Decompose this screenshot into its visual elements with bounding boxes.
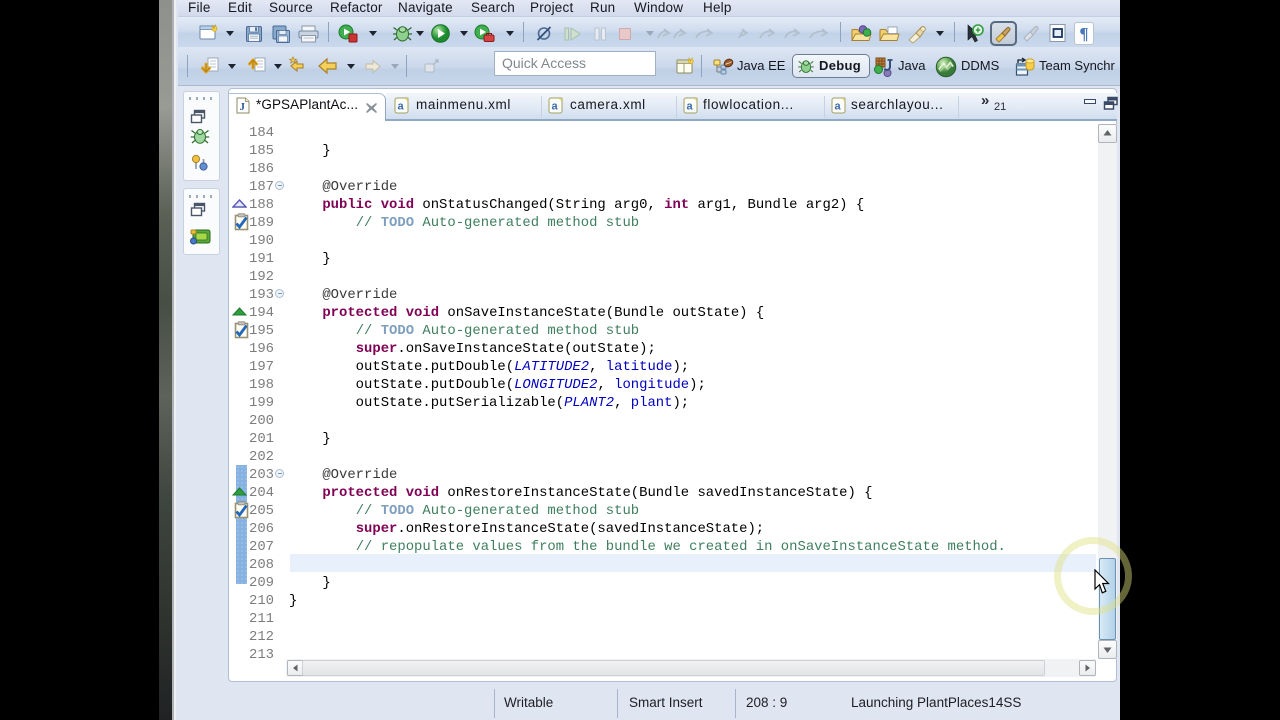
svg-text:J: J — [239, 101, 245, 113]
svg-text:a: a — [834, 101, 841, 113]
svg-text:a: a — [686, 101, 693, 113]
svg-text:a: a — [397, 101, 404, 113]
svg-text:a: a — [551, 101, 558, 113]
